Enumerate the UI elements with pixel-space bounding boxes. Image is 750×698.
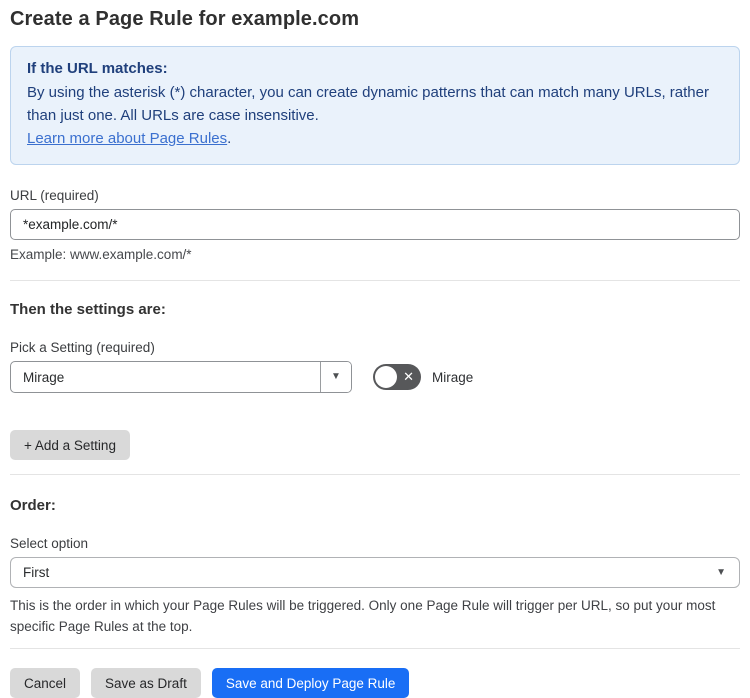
info-box-link-row: Learn more about Page Rules. (27, 128, 723, 150)
divider (10, 474, 740, 475)
learn-more-link[interactable]: Learn more about Page Rules (27, 130, 227, 147)
info-box-heading: If the URL matches: (27, 60, 168, 77)
order-select-label: Select option (10, 536, 89, 551)
order-help-text: This is the order in which your Page Rul… (10, 598, 716, 634)
add-setting-button[interactable]: + Add a Setting (10, 430, 130, 460)
page-title: Create a Page Rule for example.com (10, 8, 360, 30)
divider (10, 648, 740, 649)
divider (10, 280, 740, 281)
setting-select-arrow-button[interactable]: ▼ (320, 362, 351, 392)
chevron-down-icon: ▼ (331, 371, 341, 382)
order-select-value: First (23, 565, 50, 580)
pick-setting-label: Pick a Setting (required) (10, 340, 155, 355)
cancel-button[interactable]: Cancel (10, 668, 81, 698)
url-field-label: URL (required) (10, 188, 99, 203)
setting-row: Mirage ▼ ✕ Mirage (10, 361, 740, 393)
save-and-deploy-button[interactable]: Save and Deploy Page Rule (211, 668, 410, 698)
chevron-down-icon: ▼ (716, 566, 726, 578)
info-box-body: By using the asterisk (*) character, you… (27, 84, 709, 124)
mirage-toggle[interactable]: ✕ (373, 364, 421, 390)
toggle-setting-label: Mirage (432, 369, 474, 385)
url-input[interactable] (10, 209, 740, 240)
create-page-rule-form: Create a Page Rule for example.com If th… (0, 0, 750, 698)
url-field-hint: Example: www.example.com/* (10, 247, 192, 262)
settings-section-heading: Then the settings are: (10, 301, 166, 318)
order-select[interactable]: First ▼ (10, 557, 740, 588)
link-suffix: . (227, 130, 232, 147)
footer-actions: Cancel Save as Draft Save and Deploy Pag… (10, 668, 740, 698)
toggle-knob (375, 366, 397, 388)
url-match-info-box: If the URL matches: By using the asteris… (10, 46, 740, 165)
order-section-heading: Order: (10, 497, 56, 514)
setting-select[interactable]: Mirage ▼ (10, 361, 352, 393)
toggle-off-x-icon: ✕ (403, 369, 414, 385)
setting-select-value: Mirage (23, 369, 65, 385)
save-as-draft-button[interactable]: Save as Draft (91, 668, 201, 698)
